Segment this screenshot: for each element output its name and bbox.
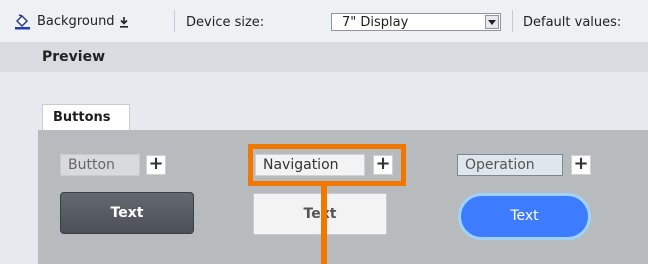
highlight-box xyxy=(248,144,406,186)
dropdown-arrow-icon[interactable] xyxy=(485,15,499,29)
operation-style-sample[interactable]: Text xyxy=(458,193,591,240)
tab-buttons[interactable]: Buttons xyxy=(42,104,130,130)
tab-buttons-label: Buttons xyxy=(53,110,111,125)
preview-title: Preview xyxy=(42,49,106,65)
toolbar: Background Device size: 7" Display Defau… xyxy=(0,0,648,42)
download-icon xyxy=(119,16,128,28)
device-size-label: Device size: xyxy=(186,15,265,30)
device-size-value: 7" Display xyxy=(342,15,409,30)
default-values-label: Default values: xyxy=(523,15,622,30)
background-label: Background xyxy=(37,14,115,29)
highlight-pointer xyxy=(321,186,327,264)
style-label-button: Button xyxy=(60,154,140,176)
plus-icon[interactable]: + xyxy=(146,155,166,175)
button-style-sample[interactable]: Text xyxy=(60,192,194,234)
background-button[interactable]: Background xyxy=(14,13,129,30)
device-size-select[interactable]: 7" Display xyxy=(331,13,501,31)
paint-bucket-icon xyxy=(15,14,30,30)
navigation-style-sample[interactable]: Text xyxy=(253,193,387,235)
toolbar-separator xyxy=(174,10,175,32)
style-label-operation: Operation xyxy=(457,154,563,176)
plus-icon[interactable]: + xyxy=(571,155,591,175)
preview-header: Preview xyxy=(0,42,648,72)
toolbar-separator xyxy=(512,10,513,32)
